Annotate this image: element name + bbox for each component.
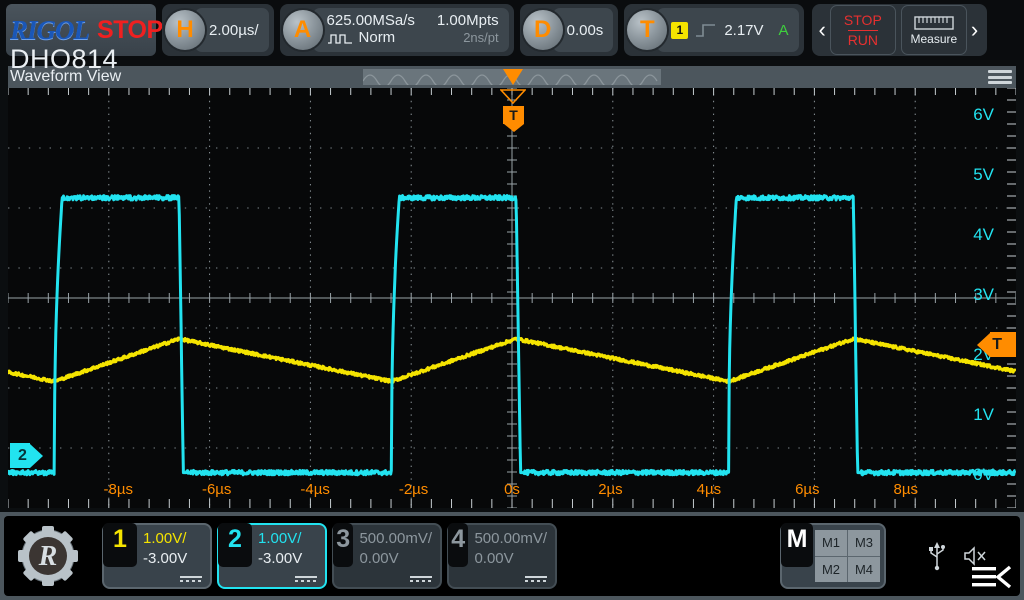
math-label: M [781,523,813,567]
horizontal-knob-icon[interactable]: H [165,10,205,50]
math-buttons-grid: M1 M3 M2 M4 [815,530,880,582]
time-label-0: -8µs [103,481,133,498]
trigger-settings-group[interactable]: T 1 2.17V A [624,4,804,56]
grid-collapse-menu-icon[interactable] [972,562,1014,592]
horizontal-settings-group[interactable]: H 2.00µs/ [162,4,274,56]
oscilloscope-screen: RIGOL STOP H 2.00µs/ A 625.00MSa/s 1.00M… [0,0,1024,600]
stop-run-button[interactable]: STOP RUN [829,5,896,55]
run-state-indicator: STOP [97,15,163,44]
trigger-position-outline-icon [500,89,526,104]
horizontal-scale-value: 2.00µs/ [209,21,259,39]
nav-trigger-position-marker[interactable] [503,69,523,85]
time-label-7: 6µs [795,481,820,498]
measure-button[interactable]: Measure [900,5,967,55]
top-toolbar: RIGOL STOP H 2.00µs/ A 625.00MSa/s 1.00M… [0,0,1024,60]
channel-4-coupling-icon [525,576,547,584]
time-label-2: -4µs [300,481,330,498]
channel-4-offset: 0.00V [474,549,514,567]
rigol-logo: RIGOL [10,14,90,45]
waveform-view-menu-icon[interactable] [988,70,1012,84]
rigol-gear-logo[interactable]: R [8,518,88,594]
acquire-info-field[interactable]: 625.00MSa/s 1.00Mpts Norm 2ns/pt [312,8,509,52]
math-button-m3[interactable]: M3 [848,530,880,556]
stop-run-bottom-label: RUN [847,31,879,48]
trigger-position-flag[interactable]: T [503,106,524,132]
time-label-1: -6µs [201,481,232,498]
trigger-level-marker[interactable]: T [977,332,1016,358]
collapse-menu-icon [972,565,1012,589]
math-button-m4[interactable]: M4 [848,556,880,582]
rising-edge-icon [696,23,716,37]
channel-3-offset: 0.00V [359,549,399,567]
delay-settings-group[interactable]: D 0.00s [519,4,619,56]
channel-card-2[interactable]: 2 1.00V/ -3.00V [217,523,327,589]
trigger-level-value: 2.17V [724,21,764,39]
channel-2-coupling-icon [295,576,317,584]
trigger-source-badge: 1 [671,21,689,39]
time-label-4: 0s [504,481,520,498]
channel-card-4[interactable]: 4 500.00mV/ 0.00V [447,523,557,589]
trigger-info-field[interactable]: 1 2.17V A [657,8,799,52]
resolution-value: 2ns/pt [463,30,499,46]
channel-1-scale: 1.00V/ [143,530,187,547]
time-axis-labels: -8µs -6µs -4µs -2µs 0s 2µs 4µs 6µs 8µs [8,88,1016,508]
delay-value: 0.00s [566,21,604,39]
channel-3-number: 3 [333,523,354,567]
channel-1-number: 1 [103,523,137,567]
math-button-m1[interactable]: M1 [815,530,847,556]
channel-4-scale: 500.00mV/ [474,530,547,547]
acquire-mode-value: Norm [358,29,396,46]
channel-2-number: 2 [218,523,252,567]
channel-2-offset: -3.00V [258,549,303,567]
waveform-view-title: Waveform View [10,68,122,85]
svg-text:R: R [38,541,58,572]
channel-3-scale: 500.00mV/ [359,530,432,547]
delay-knob-icon[interactable]: D [522,10,563,50]
channel2-ground-arrow-icon [29,443,43,468]
math-card[interactable]: M M1 M3 M2 M4 [780,523,886,589]
channel-3-coupling-icon [410,576,432,584]
trigger-level-arrow-icon [977,332,991,357]
sample-rate-value: 625.00MSa/s [326,12,415,30]
channel2-ground-marker[interactable]: 2 [10,443,43,468]
prev-chevron-icon[interactable]: ‹ [815,17,830,43]
channel-2-scale: 1.00V/ [258,530,302,547]
channel-1-coupling-icon [180,576,202,584]
time-label-6: 4µs [696,481,722,498]
channel-card-1[interactable]: 1 1.00V/ -3.00V [102,523,212,589]
stop-run-top-label: STOP [843,12,882,29]
next-chevron-icon[interactable]: › [967,17,982,43]
channel2-ground-label: 2 [10,443,30,468]
acquire-settings-group[interactable]: A 625.00MSa/s 1.00Mpts Norm 2ns/pt [279,4,514,56]
measure-label: Measure [910,31,958,46]
memory-depth-value: 1.00Mpts [436,12,499,30]
trigger-sweep-value: A [778,21,789,39]
gear-icon: R [18,526,78,586]
channel-card-3[interactable]: 3 500.00mV/ 0.00V [332,523,442,589]
usb-icon[interactable] [927,541,947,571]
channel-4-number: 4 [448,523,469,567]
time-label-8: 8µs [893,481,919,498]
channel-1-offset: -3.00V [143,549,188,567]
time-label-5: 2µs [598,481,623,498]
time-label-3: -2µs [398,481,429,498]
acquisition-waveform-icon [327,34,352,44]
ruler-icon [914,15,954,30]
action-buttons-group: ‹ STOP RUN Measure › [811,4,988,56]
math-button-m2[interactable]: M2 [815,556,847,582]
trigger-level-label: T [990,332,1016,358]
horizontal-scale-field[interactable]: 2.00µs/ [195,8,269,52]
acquire-knob-icon[interactable]: A [282,10,323,50]
trigger-flag-label: T [503,106,524,124]
